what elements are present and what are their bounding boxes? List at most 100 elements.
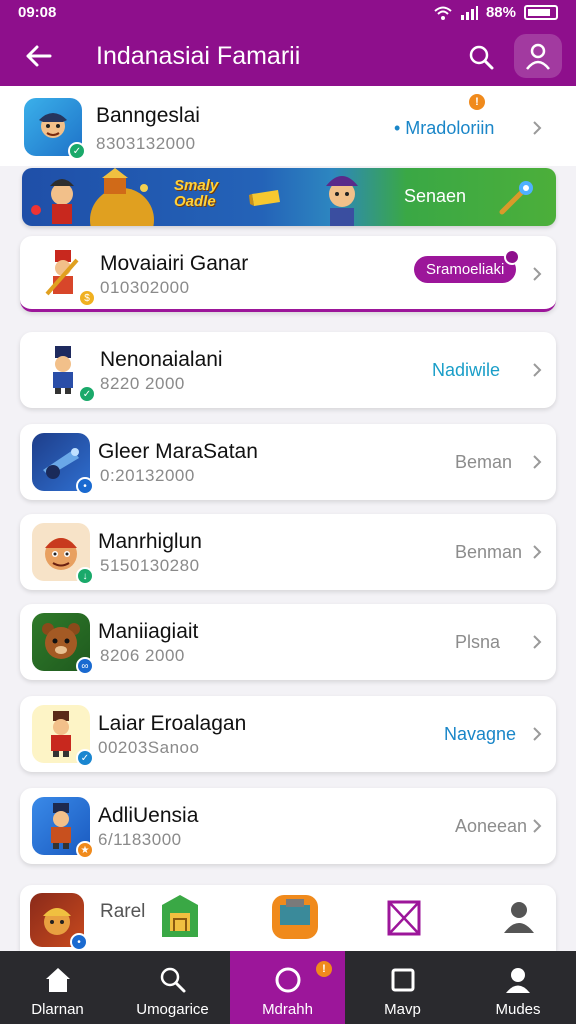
nav-label: Mudes bbox=[495, 1001, 541, 1018]
notification-dot: ! bbox=[469, 94, 485, 110]
back-button[interactable] bbox=[20, 38, 56, 74]
app-action[interactable]: Aoneean bbox=[455, 816, 527, 837]
app-icon: ★ bbox=[32, 797, 94, 859]
arrow-left-icon bbox=[26, 45, 52, 67]
person-icon bbox=[506, 968, 530, 993]
chevron-right-icon bbox=[533, 267, 542, 281]
home-icon bbox=[45, 968, 70, 992]
chevron-right-icon bbox=[533, 635, 542, 649]
chevron-right-icon bbox=[533, 363, 542, 377]
app-name: Movaiairi Ganar bbox=[100, 252, 249, 275]
pill-indicator-dot bbox=[504, 249, 520, 265]
dock-house-button[interactable] bbox=[158, 893, 202, 946]
list-item[interactable]: ∞ Maniiagiait 8206 2000 Plsna bbox=[20, 604, 556, 680]
app-action[interactable]: Benman bbox=[455, 542, 522, 563]
status-bar: 09:08 88% bbox=[0, 0, 576, 26]
app-subtitle: 0:20132000 bbox=[100, 466, 195, 485]
app-name: Gleer MaraSatan bbox=[98, 440, 258, 463]
status-icons: 88% bbox=[434, 4, 558, 21]
dock-profile-button[interactable] bbox=[502, 899, 536, 940]
nav-item-profile[interactable]: Mudes bbox=[460, 951, 576, 1024]
app-icon: ∞ bbox=[32, 613, 94, 675]
signal-icon bbox=[460, 5, 478, 20]
bottom-nav: Dlarnan Umogarice ! Mdrahh Mavp Mudes bbox=[0, 951, 576, 1024]
nav-item-map[interactable]: Mavp bbox=[345, 951, 460, 1024]
quick-dock: • Rarel bbox=[20, 885, 556, 951]
character-icon bbox=[51, 711, 71, 757]
list-item[interactable]: ✓ Nenonaialani 8220 2000 Nadiwile bbox=[20, 332, 556, 408]
app-name: AdliUensia bbox=[98, 804, 199, 827]
app-action[interactable]: • Mradoloriin bbox=[394, 118, 494, 139]
banner-logo-line2: Oadle bbox=[174, 193, 216, 210]
app-name: Manrhiglun bbox=[98, 530, 202, 553]
bear-face-icon bbox=[42, 623, 80, 659]
banner-logo-line1: Smaly bbox=[174, 177, 219, 194]
list-item[interactable]: ★ AdliUensia 6/1183000 Aoneean bbox=[20, 788, 556, 864]
app-name: Maniiagiait bbox=[98, 620, 199, 643]
nav-item-home[interactable]: Dlarnan bbox=[0, 951, 115, 1024]
app-subtitle: 8220 2000 bbox=[100, 374, 185, 393]
app-name: Banngeslai bbox=[96, 104, 200, 127]
toolbox-icon bbox=[272, 895, 318, 939]
chevron-right-icon bbox=[533, 545, 542, 559]
hero-character-icon bbox=[326, 176, 358, 226]
app-action[interactable]: Plsna bbox=[455, 632, 500, 653]
app-subtitle: 010302000 bbox=[100, 278, 190, 297]
coin-badge-icon: $ bbox=[78, 289, 96, 307]
app-action[interactable]: Navagne bbox=[444, 724, 516, 745]
character-icon bbox=[39, 113, 67, 138]
app-icon: ✓ bbox=[32, 705, 94, 767]
verified-badge-icon: ✓ bbox=[68, 142, 86, 160]
cannon-icon bbox=[43, 448, 79, 479]
banner-logo: Smaly Oadle bbox=[174, 178, 218, 210]
nav-label: Mdrahh bbox=[262, 1001, 313, 1018]
app-icon: ↓ bbox=[32, 523, 94, 585]
app-icon: • bbox=[32, 433, 94, 495]
app-action[interactable]: Nadiwile bbox=[432, 360, 500, 381]
dock-app-icon[interactable]: • bbox=[30, 893, 88, 951]
search-icon bbox=[469, 45, 494, 70]
star-badge-icon: ★ bbox=[76, 841, 94, 859]
app-subtitle: 5150130280 bbox=[100, 556, 200, 575]
battery-icon bbox=[524, 5, 558, 20]
list-item[interactable]: $ Movaiairi Ganar 010302000 Sramoeliaki bbox=[20, 236, 556, 312]
banner-cta[interactable]: Senaen bbox=[404, 186, 466, 207]
circle-icon bbox=[275, 967, 300, 993]
map-icon bbox=[387, 900, 421, 936]
app-icon: ✓ bbox=[24, 98, 86, 160]
nav-label: Dlarnan bbox=[31, 1001, 84, 1018]
warrior-face-icon bbox=[43, 908, 71, 935]
promo-banner[interactable]: Smaly Oadle Senaen bbox=[22, 168, 556, 226]
search-button[interactable] bbox=[462, 38, 500, 76]
app-name: Nenonaialani bbox=[100, 348, 223, 371]
search-icon bbox=[160, 967, 185, 993]
gold-bar-icon bbox=[249, 190, 280, 206]
nav-item-search[interactable]: Umogarice bbox=[115, 951, 230, 1024]
app-action[interactable]: Beman bbox=[455, 452, 512, 473]
dock-map-button[interactable] bbox=[386, 899, 422, 942]
promo-pill[interactable]: Sramoeliaki bbox=[414, 256, 517, 283]
verified-badge-icon: ✓ bbox=[76, 749, 94, 767]
info-badge-icon: • bbox=[76, 477, 94, 495]
list-item[interactable]: • Gleer MaraSatan 0:20132000 Beman bbox=[20, 424, 556, 500]
banner-art-icon bbox=[31, 168, 154, 226]
magic-wand-icon bbox=[499, 181, 533, 215]
app-subtitle: 8206 2000 bbox=[100, 646, 185, 665]
list-item[interactable]: ↓ Manrhiglun 5150130280 Benman bbox=[20, 514, 556, 590]
dock-label: Rarel bbox=[100, 901, 146, 922]
nav-item-active[interactable]: ! Mdrahh bbox=[230, 951, 345, 1024]
soldier-icon bbox=[45, 250, 79, 296]
dock-toolbox-button[interactable] bbox=[270, 891, 320, 948]
square-icon bbox=[391, 968, 414, 992]
list-item[interactable]: ✓ Banngeslai 8303132000 ! • Mradoloriin bbox=[0, 86, 576, 166]
chevron-right-icon bbox=[533, 727, 542, 741]
chevron-right-icon bbox=[533, 819, 542, 833]
page-title: Indanasiai Famarii bbox=[96, 42, 301, 70]
app-subtitle: 8303132000 bbox=[96, 134, 196, 153]
list-item[interactable]: ✓ Laiar Eroalagan 00203Sanoo Navagne bbox=[20, 696, 556, 772]
app-name: Laiar Eroalagan bbox=[98, 712, 247, 735]
character-icon bbox=[53, 346, 73, 394]
header: Indanasiai Famarii bbox=[0, 26, 576, 86]
character-icon bbox=[51, 803, 71, 849]
profile-button[interactable] bbox=[514, 34, 562, 78]
